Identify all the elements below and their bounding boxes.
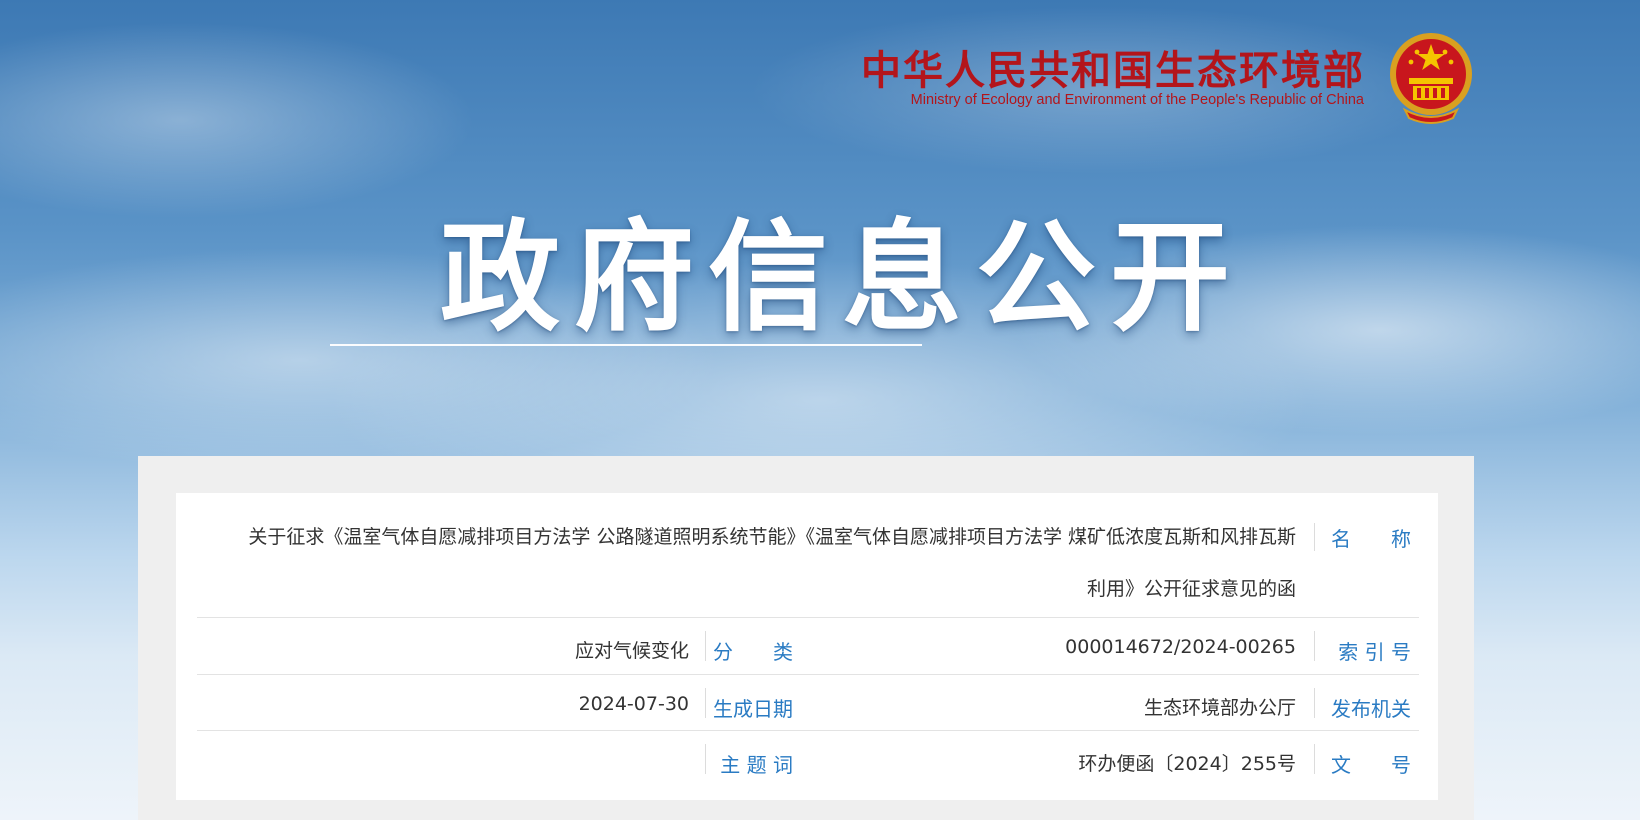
- category-label: 分 类: [713, 640, 793, 664]
- category-value: 应对气候变化: [574, 640, 689, 662]
- index-value: 000014672/2024-00265: [1065, 636, 1296, 658]
- issuer-label: 发布机关: [1331, 697, 1411, 721]
- row-separator: [705, 631, 706, 661]
- name-label: 名 称: [1331, 527, 1411, 551]
- subject-label: 主 题 词: [720, 753, 793, 777]
- info-row-issuer: 发布机关 生态环境部办公厅 生成日期 2024-07-30: [197, 674, 1419, 731]
- ministry-name-en: Ministry of Ecology and Environment of t…: [910, 92, 1364, 108]
- title-underline: [330, 344, 922, 346]
- row-separator: [705, 744, 706, 774]
- name-value: 关于征求《温室气体自愿减排项目方法学 公路隧道照明系统节能》《温室气体自愿减排项…: [248, 526, 1296, 600]
- row-separator: [1314, 744, 1315, 774]
- ministry-name-cn: 中华人民共和国生态环境部: [861, 48, 1365, 94]
- page-title: 政府信息公开: [440, 209, 1244, 348]
- date-label: 生成日期: [713, 697, 793, 721]
- info-row-name: 名 称 关于征求《温室气体自愿减排项目方法学 公路隧道照明系统节能》《温室气体自…: [197, 493, 1419, 618]
- issuer-value: 生态环境部办公厅: [1143, 697, 1296, 719]
- docno-label: 文 号: [1331, 753, 1411, 777]
- index-label: 索 引 号: [1338, 640, 1411, 664]
- row-separator: [1314, 688, 1315, 718]
- date-value: 2024-07-30: [578, 693, 689, 715]
- national-emblem-icon: [1390, 33, 1472, 124]
- docno-value: 环办便函〔2024〕255号: [1078, 753, 1296, 775]
- row-separator: [1314, 631, 1315, 661]
- row-separator: [1314, 523, 1315, 551]
- row-separator: [705, 688, 706, 718]
- info-row-docno: 文 号 环办便函〔2024〕255号 主 题 词: [197, 730, 1419, 786]
- info-row-index: 索 引 号 000014672/2024-00265 分 类 应对气候变化: [197, 617, 1419, 675]
